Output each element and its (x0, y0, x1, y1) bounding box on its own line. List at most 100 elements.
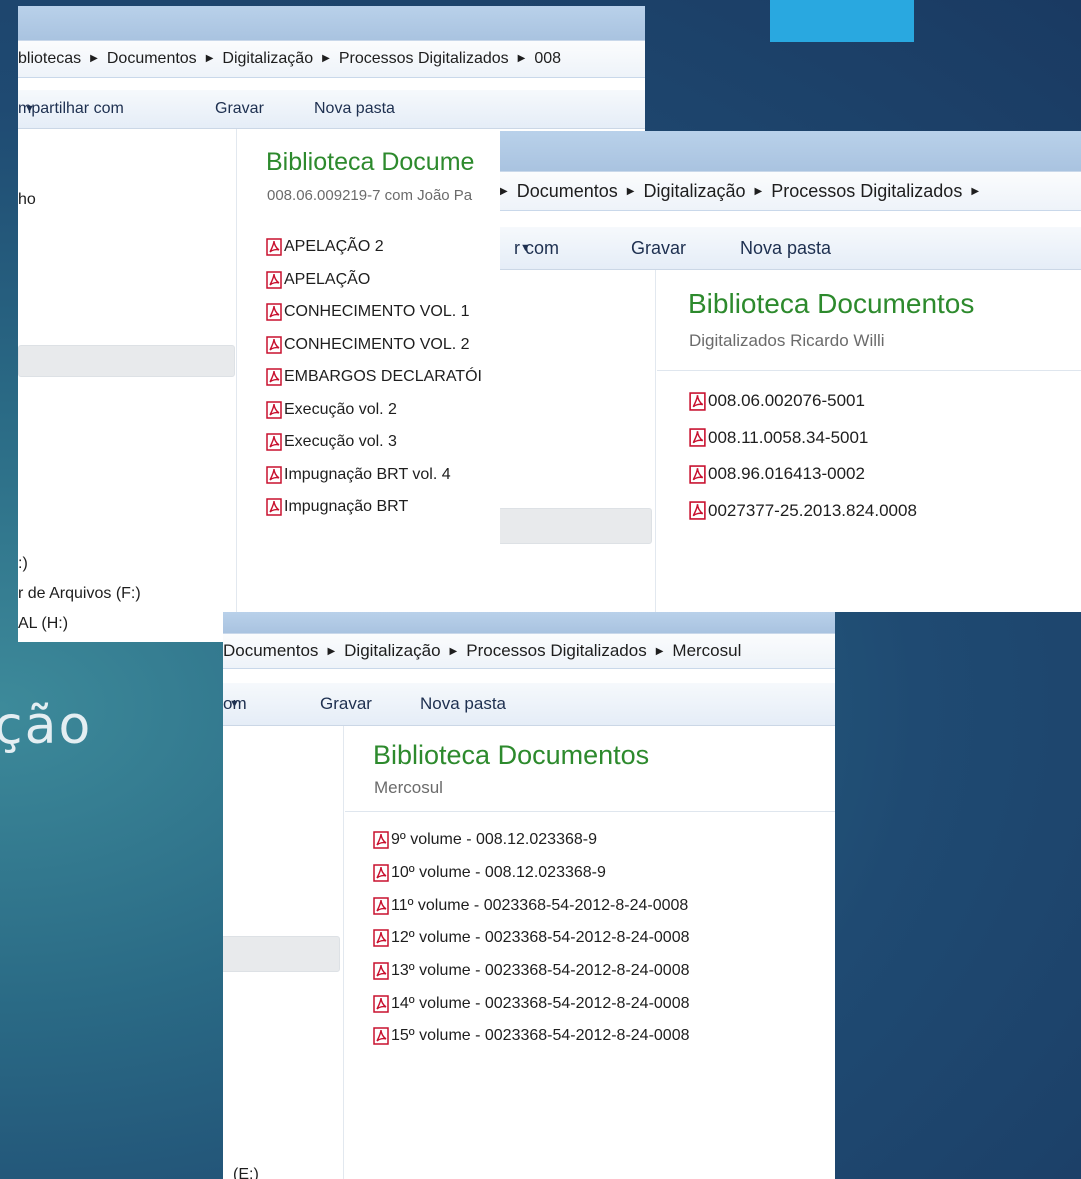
nav-selected-item[interactable] (18, 345, 235, 377)
pdf-file-item[interactable]: CONHECIMENTO VOL. 2 (266, 329, 482, 362)
file-name: Impugnação BRT vol. 4 (284, 465, 451, 483)
pdf-file-item[interactable]: 008.11.0058.34-5001 (689, 420, 917, 457)
navigation-pane: ho :) r de Arquivos (F:) AL (H:) (18, 129, 237, 642)
nav-drive-item[interactable]: :) (18, 555, 28, 573)
breadcrumb-arrow-icon: ▶ (971, 186, 980, 198)
pdf-file-item[interactable]: 13º volume - 0023368-54-2012-8-24-0008 (373, 955, 690, 988)
breadcrumb-arrow-icon: ▶ (655, 645, 664, 657)
title-bar (500, 131, 1081, 171)
command-bar: r com ▼ Gravar Nova pasta (500, 227, 1081, 270)
breadcrumb-item[interactable]: Digitalização (643, 181, 745, 201)
pdf-file-item[interactable]: 15º volume - 0023368-54-2012-8-24-0008 (373, 1020, 690, 1053)
pdf-file-icon (266, 498, 282, 516)
navigation-pane: (E:) (223, 726, 344, 1179)
address-bar[interactable]: bliotecas ▶ Documentos ▶ Digitalização ▶ Proce… (18, 40, 645, 78)
pdf-file-icon (373, 896, 389, 915)
file-name: 11º volume - 0023368-54-2012-8-24-0008 (391, 896, 689, 914)
pdf-file-item[interactable]: 11º volume - 0023368-54-2012-8-24-0008 (373, 889, 690, 922)
breadcrumb-item[interactable]: Mercosul (672, 641, 741, 660)
file-name: 12º volume - 0023368-54-2012-8-24-0008 (391, 929, 690, 947)
breadcrumb-item[interactable]: Processos Digitalizados (339, 50, 509, 67)
pdf-file-item[interactable]: 0027377-25.2013.824.0008 (689, 493, 917, 530)
breadcrumb-item[interactable]: Documentos (223, 641, 318, 660)
pdf-file-item[interactable]: 12º volume - 0023368-54-2012-8-24-0008 (373, 922, 690, 955)
nav-selected-item[interactable] (223, 936, 340, 972)
nav-drive-item[interactable]: AL (H:) (18, 615, 68, 633)
new-folder-button[interactable]: Nova pasta (740, 227, 831, 269)
pdf-file-icon (373, 962, 389, 980)
nav-drive-item[interactable]: (E:) (233, 1166, 259, 1179)
explorer-window-3: Documentos ▶ Digitalização ▶ Processos Digit… (223, 612, 835, 1179)
new-folder-button[interactable]: Nova pasta (314, 90, 395, 128)
burn-button[interactable]: Gravar (215, 90, 264, 128)
pdf-file-item[interactable]: 008.06.002076-5001 (689, 383, 917, 420)
nav-selected-item[interactable] (500, 508, 652, 544)
library-title: Biblioteca Documentos (688, 288, 975, 319)
file-name: 13º volume - 0023368-54-2012-8-24-0008 (391, 962, 690, 980)
pdf-file-item[interactable]: 14º volume - 0023368-54-2012-8-24-0008 (373, 987, 690, 1020)
breadcrumb-arrow-icon: ▶ (327, 645, 336, 657)
pdf-file-item[interactable]: 008.96.016413-0002 (689, 456, 917, 493)
pdf-file-item[interactable]: Impugnação BRT vol. 4 (266, 459, 482, 492)
nav-item[interactable]: ho (18, 191, 36, 209)
pdf-file-item[interactable]: Impugnação BRT (266, 491, 482, 524)
command-bar: om ▼ Gravar Nova pasta (223, 683, 835, 726)
breadcrumb-arrow-icon: ▶ (754, 186, 763, 198)
library-subtitle: 008.06.009219-7 com João Pa (267, 187, 473, 204)
pdf-file-item[interactable]: 10º volume - 008.12.023368-9 (373, 857, 690, 890)
library-subtitle: Digitalizados Ricardo Willi (689, 331, 885, 350)
divider (657, 370, 1081, 371)
pdf-file-icon (689, 465, 706, 484)
address-bar[interactable]: ▶ Documentos ▶ Digitalização ▶ Processos Digi… (500, 171, 1081, 211)
breadcrumb-item[interactable]: Processos Digitalizados (771, 181, 962, 201)
divider (345, 811, 835, 812)
pdf-file-icon (373, 929, 389, 948)
pdf-file-icon (689, 428, 706, 447)
pdf-file-icon (373, 831, 389, 850)
new-folder-button[interactable]: Nova pasta (420, 683, 506, 725)
pdf-file-item[interactable]: EMBARGOS DECLARATÓI (266, 361, 482, 394)
breadcrumb-arrow-icon: ▶ (626, 186, 635, 198)
breadcrumb-item[interactable]: Processos Digitalizados (466, 641, 646, 660)
pdf-file-item[interactable]: 9º volume - 008.12.023368-9 (373, 824, 690, 857)
pdf-file-icon (266, 238, 282, 256)
pdf-file-icon (266, 368, 282, 386)
breadcrumb-item[interactable]: Documentos (517, 181, 618, 201)
file-name: 14º volume - 0023368-54-2012-8-24-0008 (391, 994, 690, 1012)
pdf-file-icon (266, 433, 282, 451)
address-bar[interactable]: Documentos ▶ Digitalização ▶ Processos Digit… (223, 633, 835, 669)
file-name: CONHECIMENTO VOL. 1 (284, 303, 470, 321)
pdf-file-icon (266, 336, 282, 354)
pdf-file-item[interactable]: APELAÇÃO 2 (266, 231, 482, 264)
file-name: 15º volume - 0023368-54-2012-8-24-0008 (391, 1027, 690, 1045)
file-name: 9º volume - 008.12.023368-9 (391, 831, 597, 849)
file-list: 008.06.002076-5001 008.11.0058.34-5001 0… (689, 383, 917, 529)
breadcrumb-item[interactable]: bliotecas (18, 50, 81, 67)
accent-box (770, 0, 914, 42)
file-name: 008.06.002076-5001 (708, 391, 865, 411)
file-name: Execução vol. 3 (284, 433, 397, 451)
file-list: 9º volume - 008.12.023368-9 10º volume -… (373, 824, 690, 1053)
pdf-file-item[interactable]: Execução vol. 2 (266, 394, 482, 427)
breadcrumb-item[interactable]: Documentos (107, 50, 197, 67)
burn-button[interactable]: Gravar (320, 683, 372, 725)
file-name: APELAÇÃO (284, 270, 371, 288)
navigation-pane (500, 270, 656, 612)
file-name: Impugnação BRT (284, 498, 409, 516)
breadcrumb-item[interactable]: Digitalização (222, 50, 313, 67)
nav-drive-item[interactable]: r de Arquivos (F:) (18, 585, 141, 603)
breadcrumb-item[interactable]: Digitalização (344, 641, 440, 660)
pdf-file-item[interactable]: APELAÇÃO (266, 264, 482, 297)
slide-title-partial: ção (0, 696, 93, 756)
pdf-file-icon (689, 392, 706, 411)
file-list: APELAÇÃO 2 APELAÇÃO CONHECIMENTO VOL. 1 … (266, 231, 482, 524)
file-name: 10º volume - 008.12.023368-9 (391, 864, 606, 882)
title-bar (18, 6, 645, 40)
breadcrumb-arrow-icon: ▶ (517, 53, 526, 64)
pdf-file-item[interactable]: Execução vol. 3 (266, 426, 482, 459)
explorer-window-2: ▶ Documentos ▶ Digitalização ▶ Processos Digi… (500, 131, 1081, 612)
breadcrumb-item[interactable]: 008 (534, 50, 561, 67)
burn-button[interactable]: Gravar (631, 227, 686, 269)
pdf-file-item[interactable]: CONHECIMENTO VOL. 1 (266, 296, 482, 329)
pdf-file-icon (373, 1027, 389, 1046)
